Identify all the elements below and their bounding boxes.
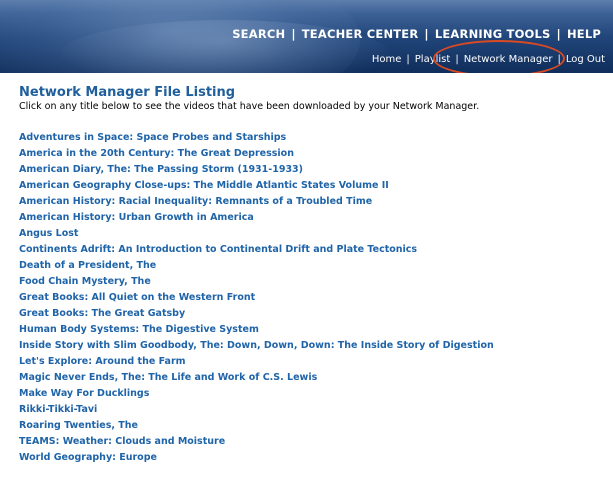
list-item: America in the 20th Century: The Great D… (19, 143, 609, 159)
file-title-link[interactable]: Make Way For Ducklings (19, 388, 149, 399)
list-item: American History: Racial Inequality: Rem… (19, 191, 609, 207)
file-title-link[interactable]: Rikki-Tikki-Tavi (19, 404, 97, 415)
list-item: American Geography Close-ups: The Middle… (19, 175, 609, 191)
list-item: Rikki-Tikki-Tavi (19, 399, 609, 415)
list-item: Angus Lost (19, 223, 609, 239)
file-title-link[interactable]: World Geography: Europe (19, 452, 157, 463)
file-title-link[interactable]: Food Chain Mystery, The (19, 276, 151, 287)
list-item: Food Chain Mystery, The (19, 271, 609, 287)
top-nav: SEARCH | TEACHER CENTER | LEARNING TOOLS | HEL… (232, 27, 601, 41)
list-item: American Diary, The: The Passing Storm (… (19, 159, 609, 175)
nav-separator: | (424, 27, 429, 41)
list-item: American History: Urban Growth in Americ… (19, 207, 609, 223)
file-title-link[interactable]: Let's Explore: Around the Farm (19, 356, 186, 367)
file-title-link[interactable]: Roaring Twenties, The (19, 420, 138, 431)
file-title-link[interactable]: Inside Story with Slim Goodbody, The: Do… (19, 340, 494, 351)
file-title-link[interactable]: Great Books: All Quiet on the Western Fr… (19, 292, 255, 303)
file-title-link[interactable]: Magic Never Ends, The: The Life and Work… (19, 372, 317, 383)
file-title-link[interactable]: TEAMS: Weather: Clouds and Moisture (19, 436, 225, 447)
nav-learning-tools-link[interactable]: LEARNING TOOLS (435, 27, 551, 41)
list-item: Great Books: The Great Gatsby (19, 303, 609, 319)
site-header: SEARCH | TEACHER CENTER | LEARNING TOOLS | HEL… (0, 0, 613, 73)
list-item: Adventures in Space: Space Probes and St… (19, 127, 609, 143)
file-title-link[interactable]: American History: Urban Growth in Americ… (19, 212, 254, 223)
page-title: Network Manager File Listing (19, 85, 236, 100)
page-instructions: Click on any title below to see the vide… (19, 101, 480, 112)
nav-teacher-center-link[interactable]: TEACHER CENTER (302, 27, 419, 41)
file-title-link[interactable]: Angus Lost (19, 228, 78, 239)
file-list: Adventures in Space: Space Probes and St… (19, 127, 609, 463)
list-item: Human Body Systems: The Digestive System (19, 319, 609, 335)
file-title-link[interactable]: American Diary, The: The Passing Storm (… (19, 164, 303, 175)
file-title-link[interactable]: American History: Racial Inequality: Rem… (19, 196, 372, 207)
file-title-link[interactable]: America in the 20th Century: The Great D… (19, 148, 294, 159)
list-item: Magic Never Ends, The: The Life and Work… (19, 367, 609, 383)
nav-separator: | (406, 54, 410, 65)
subnav-log-out-link[interactable]: Log Out (566, 54, 605, 65)
file-title-link[interactable]: Continents Adrift: An Introduction to Co… (19, 244, 417, 255)
list-item: World Geography: Europe (19, 447, 609, 463)
list-item: Let's Explore: Around the Farm (19, 351, 609, 367)
list-item: TEAMS: Weather: Clouds and Moisture (19, 431, 609, 447)
file-title-link[interactable]: Adventures in Space: Space Probes and St… (19, 132, 286, 143)
file-title-link[interactable]: Death of a President, The (19, 260, 156, 271)
subnav-home-link[interactable]: Home (372, 54, 402, 65)
file-title-link[interactable]: Human Body Systems: The Digestive System (19, 324, 259, 335)
main-content: Network Manager File Listing Click on an… (19, 85, 609, 463)
highlight-circle-annotation (433, 40, 565, 73)
list-item: Great Books: All Quiet on the Western Fr… (19, 287, 609, 303)
file-title-link[interactable]: American Geography Close-ups: The Middle… (19, 180, 389, 191)
list-item: Continents Adrift: An Introduction to Co… (19, 239, 609, 255)
nav-search-link[interactable]: SEARCH (232, 27, 285, 41)
nav-separator: | (556, 27, 561, 41)
nav-separator: | (291, 27, 296, 41)
list-item: Roaring Twenties, The (19, 415, 609, 431)
list-item: Inside Story with Slim Goodbody, The: Do… (19, 335, 609, 351)
nav-help-link[interactable]: HELP (567, 27, 601, 41)
list-item: Death of a President, The (19, 255, 609, 271)
file-title-link[interactable]: Great Books: The Great Gatsby (19, 308, 185, 319)
list-item: Make Way For Ducklings (19, 383, 609, 399)
